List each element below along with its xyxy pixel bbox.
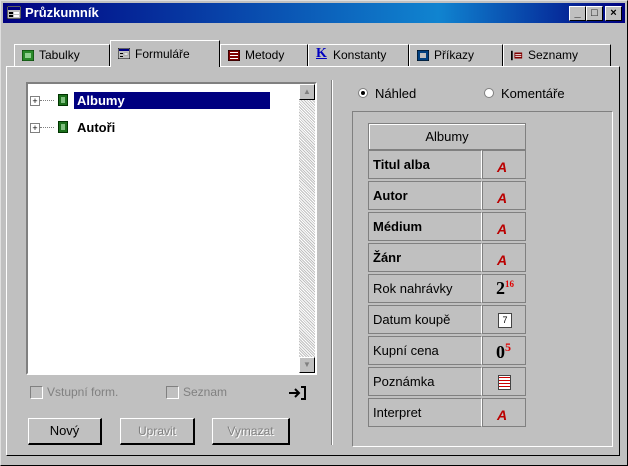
field-type-cell: A [482,398,526,427]
edit-button[interactable]: Upravit [120,418,195,445]
close-icon: × [610,7,617,19]
field-type-cell: A [482,212,526,241]
form-field-row[interactable]: Interpret A [368,398,526,429]
field-label: Interpret [368,398,482,427]
tab-label: Tabulky [39,48,80,62]
form-title: Albumy [368,123,526,150]
panel-divider [331,80,333,445]
tree-connector [40,100,54,101]
tab-label: Konstanty [333,48,387,62]
checkbox-label: Seznam [183,385,228,399]
field-label: Kupní cena [368,336,482,365]
form-field-row[interactable]: Kupní cena 05 [368,336,526,367]
checkbox-box[interactable] [30,386,43,399]
radio-dot[interactable] [484,88,494,98]
tab-label: Seznamy [528,48,579,62]
minimize-icon: _ [574,7,581,19]
form-field-row[interactable]: Titul alba A [368,150,526,181]
minimize-button[interactable]: _ [569,6,586,21]
field-type-cell: 216 [482,274,526,303]
tree-item-autori[interactable]: + Autoři [30,119,292,136]
table-icon [22,50,34,61]
text-icon: A [497,221,508,237]
tab-metody[interactable]: Metody [220,44,308,66]
title-bar[interactable]: Průzkumník _ □ × [3,3,625,23]
field-type-cell: A [482,243,526,272]
real-icon: 05 [496,340,511,362]
field-type-cell: A [482,181,526,210]
field-type-cell [482,367,526,396]
field-label: Médium [368,212,482,241]
text-icon: A [497,407,508,423]
list-icon [511,50,523,61]
form-tree[interactable]: + Albumy + Autoři ▲ ▼ [26,82,317,375]
maximize-button[interactable]: □ [586,6,603,21]
export-icon[interactable] [287,384,307,402]
tab-formulare[interactable]: Formuláře [110,40,220,67]
form-field-row[interactable]: Autor A [368,181,526,212]
field-label: Žánr [368,243,482,272]
window-title: Průzkumník [25,5,99,20]
arrow-down-icon: ▼ [303,360,311,369]
new-button[interactable]: Nový [28,418,102,445]
tab-prikazy[interactable]: Příkazy [409,44,503,66]
arrow-up-icon: ▲ [303,87,311,96]
date-icon: 7 [498,313,512,328]
vertical-scrollbar[interactable]: ▲ ▼ [299,84,315,373]
expand-icon[interactable]: + [30,96,40,106]
field-label: Titul alba [368,150,482,179]
form-layout: Albumy Titul alba A Autor A Médium A Žánr A Rok … [368,123,526,429]
form-field-row[interactable]: Médium A [368,212,526,243]
radio-label: Komentáře [501,86,565,101]
tab-label: Formuláře [135,47,190,61]
close-button[interactable]: × [605,6,622,21]
integer-icon: 216 [496,278,514,298]
scroll-down-button[interactable]: ▼ [299,357,315,373]
tree-item-albumy[interactable]: + Albumy [30,92,292,109]
text-icon: A [497,190,508,206]
form-preview: Albumy Titul alba A Autor A Médium A Žánr A Rok … [352,111,613,447]
memo-icon [498,375,511,390]
text-icon: A [497,252,508,268]
tree-item-label: Autoři [77,120,116,135]
tree-connector [40,127,54,128]
table-icon [58,121,68,133]
app-icon [7,6,21,19]
field-label: Datum koupě [368,305,482,334]
checkbox-label: Vstupní form. [47,385,119,399]
form-field-row[interactable]: Rok nahrávky 216 [368,274,526,305]
form-field-row[interactable]: Žánr A [368,243,526,274]
table-icon [58,94,68,106]
tab-seznamy[interactable]: Seznamy [503,44,611,66]
form-field-row[interactable]: Poznámka [368,367,526,398]
scroll-up-button[interactable]: ▲ [299,84,315,100]
checkbox-box[interactable] [166,386,179,399]
constant-k-icon: K [316,46,327,61]
tab-label: Metody [245,48,285,62]
field-label: Autor [368,181,482,210]
field-label: Rok nahrávky [368,274,482,303]
tab-konstanty[interactable]: K Konstanty [308,44,409,66]
text-icon: A [497,159,508,175]
form-icon [118,48,130,59]
maximize-icon: □ [591,7,598,19]
field-type-cell: 7 [482,305,526,334]
field-type-cell: A [482,150,526,179]
method-icon [228,50,240,61]
expand-icon[interactable]: + [30,123,40,133]
tab-label: Příkazy [434,48,475,62]
tree-item-label: Albumy [74,92,270,109]
radio-label: Náhled [375,86,417,101]
field-type-cell: 05 [482,336,526,365]
delete-button[interactable]: Vymazat [212,418,290,445]
tab-tabulky[interactable]: Tabulky [14,44,110,66]
field-label: Poznámka [368,367,482,396]
form-field-row[interactable]: Datum koupě 7 [368,305,526,336]
command-icon [417,50,429,61]
radio-dot[interactable] [358,88,368,98]
